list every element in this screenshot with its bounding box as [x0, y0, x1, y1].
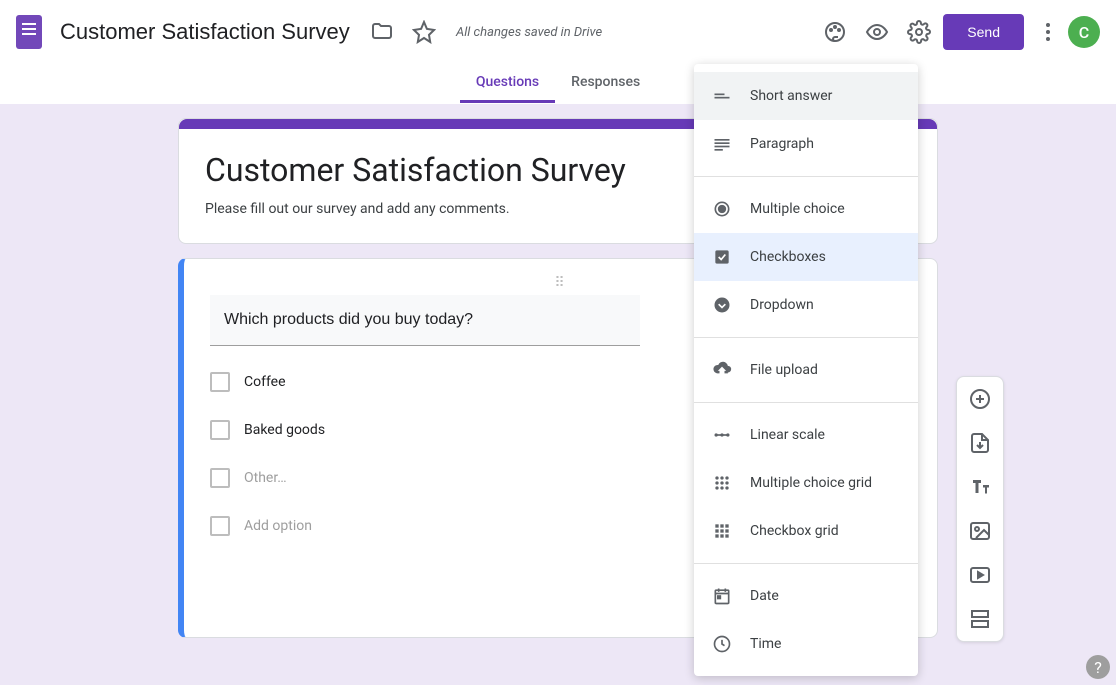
option-label[interactable]: Baked goods: [244, 422, 325, 438]
radio-grid-icon: [712, 473, 732, 493]
checkbox-icon: [210, 372, 230, 392]
form-title-input[interactable]: [58, 15, 358, 49]
menu-separator: [694, 402, 918, 403]
checkbox-grid-icon: [712, 521, 732, 541]
menu-time[interactable]: Time: [694, 620, 918, 668]
linear-scale-icon: [712, 425, 732, 445]
send-button[interactable]: Send: [943, 14, 1024, 50]
question-type-menu: Short answer Paragraph Multiple choice C…: [694, 64, 918, 676]
short-answer-icon: [712, 86, 732, 106]
more-vert-icon[interactable]: [1036, 20, 1060, 44]
radio-icon: [712, 199, 732, 219]
video-icon[interactable]: [968, 563, 992, 587]
checkbox-icon: [210, 516, 230, 536]
checkbox-checked-icon: [712, 247, 732, 267]
option-label[interactable]: Coffee: [244, 374, 286, 390]
menu-label: Checkbox grid: [750, 523, 839, 539]
menu-checkboxes[interactable]: Checkboxes: [694, 233, 918, 281]
form-canvas: Customer Satisfaction Survey Please fill…: [0, 104, 1116, 685]
menu-paragraph[interactable]: Paragraph: [694, 120, 918, 168]
eye-icon[interactable]: [865, 20, 889, 44]
forms-logo-icon[interactable]: [16, 15, 42, 49]
save-status: All changes saved in Drive: [456, 25, 602, 40]
title-icon[interactable]: [968, 475, 992, 499]
menu-multiple-choice[interactable]: Multiple choice: [694, 185, 918, 233]
menu-label: Paragraph: [750, 136, 814, 152]
menu-linear-scale[interactable]: Linear scale: [694, 411, 918, 459]
tabs-bar: Questions Responses: [0, 64, 1116, 104]
avatar[interactable]: C: [1068, 16, 1100, 48]
calendar-icon: [712, 586, 732, 606]
menu-label: Linear scale: [750, 427, 825, 443]
paragraph-icon: [712, 134, 732, 154]
add-option-label[interactable]: Add option: [244, 518, 312, 534]
menu-label: Dropdown: [750, 297, 814, 313]
checkbox-icon: [210, 420, 230, 440]
checkbox-icon: [210, 468, 230, 488]
palette-icon[interactable]: [823, 20, 847, 44]
cloud-upload-icon: [712, 360, 732, 380]
menu-separator: [694, 176, 918, 177]
menu-dropdown[interactable]: Dropdown: [694, 281, 918, 329]
menu-label: Multiple choice: [750, 201, 845, 217]
tab-questions[interactable]: Questions: [460, 64, 555, 103]
menu-label: Multiple choice grid: [750, 475, 872, 491]
option-other-label[interactable]: Other…: [244, 470, 287, 486]
app-header: All changes saved in Drive Send C: [0, 0, 1116, 64]
menu-separator: [694, 563, 918, 564]
floating-toolbar: [956, 376, 1004, 642]
menu-date[interactable]: Date: [694, 572, 918, 620]
folder-icon[interactable]: [370, 20, 394, 44]
tab-responses[interactable]: Responses: [555, 64, 656, 103]
star-icon[interactable]: [412, 20, 436, 44]
clock-icon: [712, 634, 732, 654]
menu-multiple-choice-grid[interactable]: Multiple choice grid: [694, 459, 918, 507]
section-icon[interactable]: [968, 607, 992, 631]
menu-label: Checkboxes: [750, 249, 826, 265]
add-question-icon[interactable]: [968, 387, 992, 411]
menu-checkbox-grid[interactable]: Checkbox grid: [694, 507, 918, 555]
import-icon[interactable]: [968, 431, 992, 455]
image-icon[interactable]: [968, 519, 992, 543]
menu-label: Short answer: [750, 88, 832, 104]
menu-label: File upload: [750, 362, 818, 378]
menu-separator: [694, 337, 918, 338]
menu-label: Date: [750, 588, 779, 604]
menu-label: Time: [750, 636, 781, 652]
gear-icon[interactable]: [907, 20, 931, 44]
menu-file-upload[interactable]: File upload: [694, 346, 918, 394]
dropdown-icon: [712, 295, 732, 315]
menu-short-answer[interactable]: Short answer: [694, 72, 918, 120]
question-input[interactable]: [210, 295, 640, 346]
help-icon[interactable]: ?: [1086, 655, 1110, 679]
